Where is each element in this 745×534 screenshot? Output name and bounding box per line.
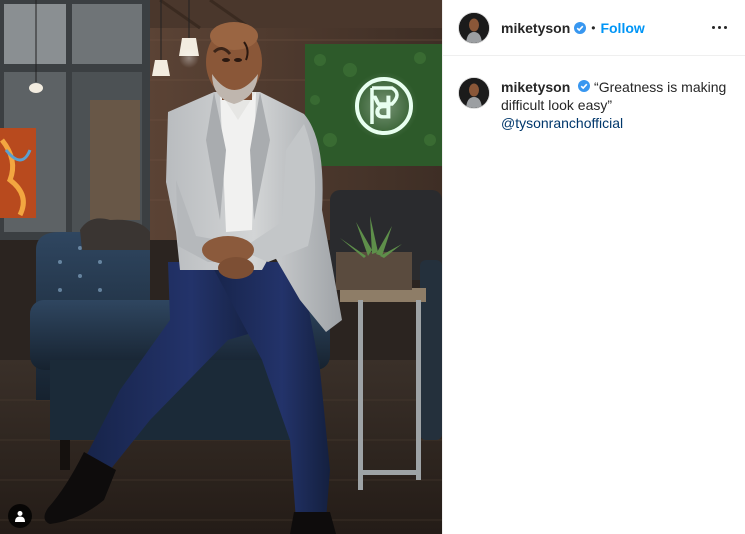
post-side-panel: miketyson • Follow miketyson “Greatness …: [442, 0, 745, 534]
photo-scene: ꓤ: [0, 0, 442, 534]
instagram-post: ꓤ miketyson • Follow miketyson “Greatnes…: [0, 0, 745, 534]
username-link[interactable]: miketyson: [501, 20, 570, 36]
mention-link[interactable]: @tysonranchofficial: [501, 115, 623, 131]
svg-text:ꓤ: ꓤ: [372, 92, 393, 125]
avatar[interactable]: [459, 12, 489, 43]
user-glyph: [15, 511, 25, 522]
caption-body: miketyson “Greatness is making difficult…: [501, 78, 731, 132]
separator-dot: •: [591, 20, 596, 35]
caption-username-link[interactable]: miketyson: [501, 79, 570, 95]
caption-avatar-image: [459, 78, 489, 108]
avatar-image: [459, 12, 489, 43]
follow-button[interactable]: Follow: [600, 20, 644, 36]
caption-verified-badge-icon: [578, 80, 591, 92]
verified-badge-icon: [574, 21, 587, 34]
caption-avatar[interactable]: [459, 78, 489, 108]
ellipsis-icon[interactable]: [708, 22, 731, 33]
user-tag-icon[interactable]: [8, 504, 32, 528]
post-header: miketyson • Follow: [443, 0, 745, 56]
post-photo[interactable]: ꓤ: [0, 0, 442, 534]
caption: miketyson “Greatness is making difficult…: [443, 56, 745, 132]
